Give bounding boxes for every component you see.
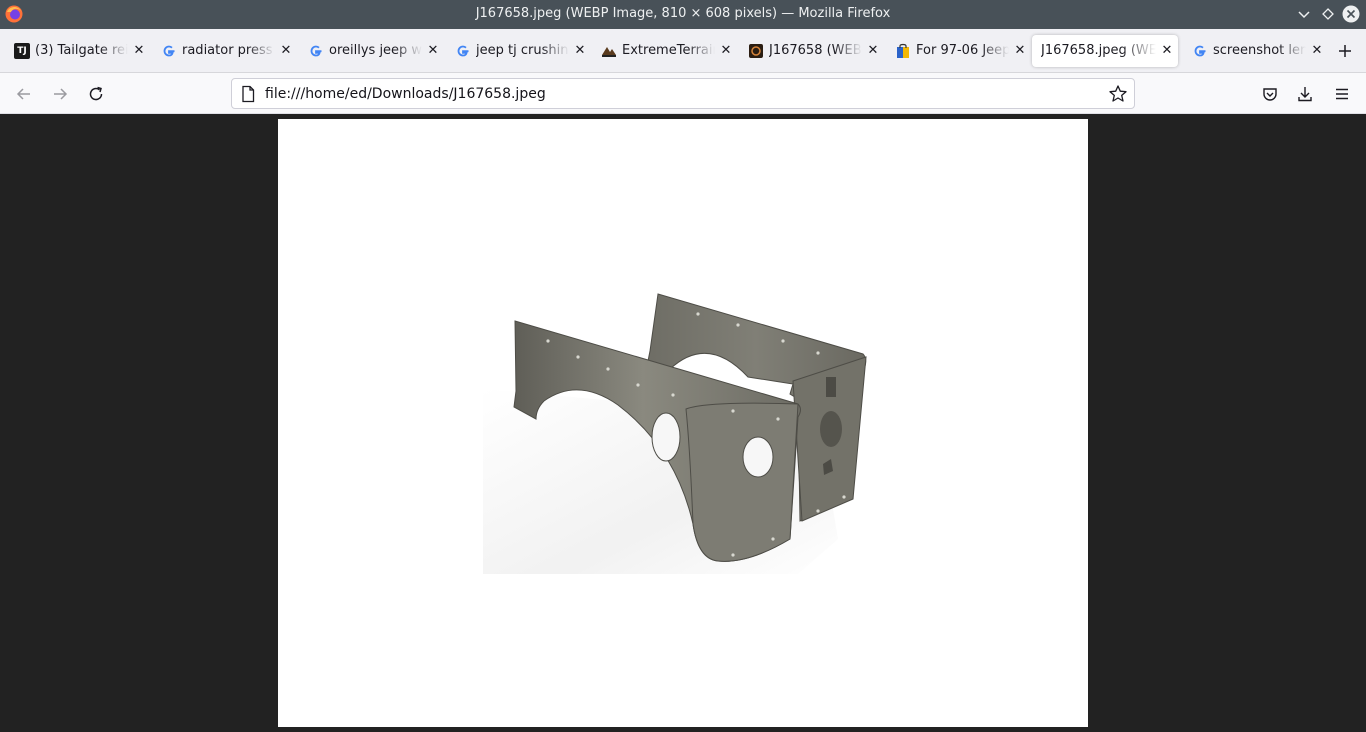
shopping-bag-icon — [895, 43, 911, 59]
bookmark-star-icon[interactable] — [1108, 84, 1128, 104]
tab-close-icon[interactable]: ✕ — [132, 42, 146, 58]
pocket-button[interactable] — [1257, 81, 1283, 107]
tab-j167658-jpeg-active[interactable]: J167658.jpeg (WEB ✕ — [1032, 35, 1178, 67]
window-titlebar: J167658.jpeg (WEBP Image, 810 × 608 pixe… — [0, 0, 1366, 29]
address-bar[interactable]: file:///home/ed/Downloads/J167658.jpeg — [231, 78, 1135, 109]
tab-close-icon[interactable]: ✕ — [719, 42, 733, 58]
back-button[interactable] — [11, 81, 37, 107]
new-tab-button[interactable] — [1332, 38, 1358, 64]
tab-close-icon[interactable]: ✕ — [279, 42, 293, 58]
arrow-left-icon — [16, 88, 30, 100]
reload-button[interactable] — [83, 81, 109, 107]
google-icon — [161, 43, 177, 59]
pocket-icon — [1263, 88, 1277, 101]
product-image[interactable] — [278, 119, 1088, 727]
reload-icon — [89, 86, 103, 101]
tab-label: screenshot len — [1213, 43, 1306, 58]
arrow-right-icon — [54, 88, 68, 100]
maximize-button[interactable] — [1319, 5, 1337, 23]
close-icon — [1342, 5, 1360, 23]
tab-label: radiator press — [182, 43, 273, 58]
tab-jeep-tj[interactable]: jeep tj crushing ✕ — [445, 35, 591, 67]
chevron-down-icon — [1298, 11, 1310, 19]
close-window-button[interactable] — [1342, 5, 1360, 23]
tj-forum-icon: TJ — [14, 43, 30, 59]
tab-close-icon[interactable]: ✕ — [1310, 42, 1324, 58]
steel-corner-guards-image — [483, 293, 867, 574]
tab-extremeterrain[interactable]: ExtremeTerrain ✕ — [591, 35, 737, 67]
page-icon — [242, 85, 255, 103]
tab-label: J167658.jpeg (WEB — [1041, 43, 1156, 58]
downloads-button[interactable] — [1292, 81, 1318, 107]
app-menu-button[interactable] — [1329, 81, 1355, 107]
image-viewer-content — [0, 114, 1366, 732]
image-site-icon — [748, 43, 764, 59]
tab-oreillys[interactable]: oreillys jeep w ✕ — [298, 35, 444, 67]
tab-close-icon[interactable]: ✕ — [426, 42, 440, 58]
tab-label: (3) Tailgate rei — [35, 43, 128, 58]
extremeterrain-icon — [601, 43, 617, 59]
hamburger-menu-icon — [1336, 88, 1348, 100]
tab-screenshot-len[interactable]: screenshot len ✕ — [1182, 35, 1328, 67]
tab-radiator[interactable]: radiator press ✕ — [151, 35, 297, 67]
minimize-button[interactable] — [1295, 5, 1313, 23]
tab-tailgate[interactable]: TJ (3) Tailgate rei ✕ — [4, 35, 150, 67]
tab-close-icon[interactable]: ✕ — [866, 42, 880, 58]
tab-close-icon[interactable]: ✕ — [573, 42, 587, 58]
tab-label: For 97-06 Jeep — [916, 43, 1009, 58]
google-icon — [455, 43, 471, 59]
url-text[interactable]: file:///home/ed/Downloads/J167658.jpeg — [265, 86, 546, 102]
google-icon — [1192, 43, 1208, 59]
forward-button[interactable] — [47, 81, 73, 107]
tab-label: ExtremeTerrain — [622, 43, 715, 58]
window-title: J167658.jpeg (WEBP Image, 810 × 608 pixe… — [475, 6, 891, 21]
tab-label: jeep tj crushing — [476, 43, 569, 58]
tab-label: oreillys jeep w — [329, 43, 422, 58]
plus-icon — [1339, 45, 1351, 57]
google-icon — [308, 43, 324, 59]
tab-strip: TJ (3) Tailgate rei ✕ radiator press ✕ o… — [0, 29, 1366, 73]
tab-close-icon[interactable]: ✕ — [1013, 42, 1027, 58]
diamond-icon — [1322, 8, 1334, 20]
download-icon — [1298, 87, 1312, 102]
tab-for-97-06-jeep[interactable]: For 97-06 Jeep ✕ — [885, 35, 1031, 67]
tab-label: J167658 (WEBP — [769, 43, 862, 58]
tab-j167658-webp[interactable]: J167658 (WEBP ✕ — [738, 35, 884, 67]
navigation-toolbar: file:///home/ed/Downloads/J167658.jpeg — [0, 73, 1366, 114]
tab-close-icon[interactable]: ✕ — [1160, 42, 1174, 58]
